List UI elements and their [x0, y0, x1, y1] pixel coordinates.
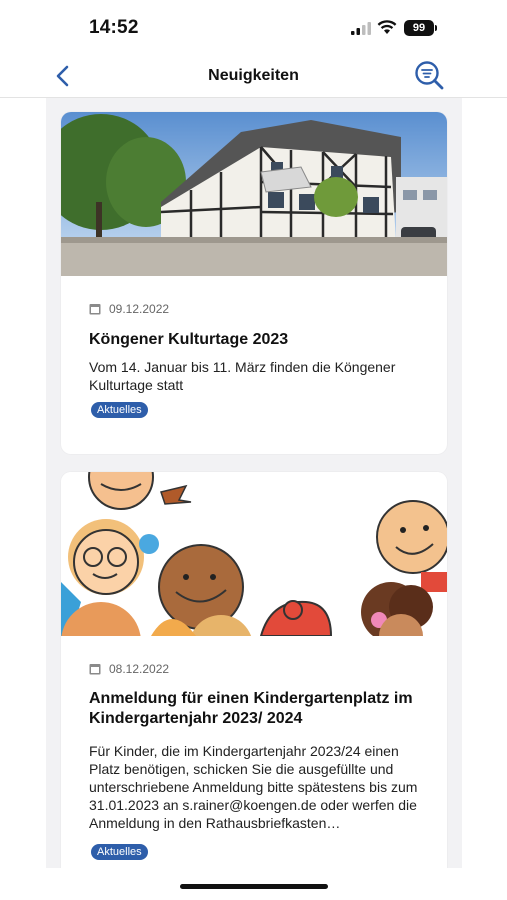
news-card[interactable]: 09.12.2022 Köngener Kulturtage 2023 Vom …: [61, 112, 447, 454]
cartoon-children-illustration: [61, 472, 447, 682]
wifi-icon: [377, 20, 397, 34]
status-bar: 14:52 99: [0, 0, 507, 56]
category-badge[interactable]: Aktuelles: [91, 844, 148, 860]
calendar-icon: [89, 664, 101, 675]
date-row: 08.12.2022: [89, 662, 169, 676]
home-indicator[interactable]: [180, 884, 328, 889]
news-feed[interactable]: 09.12.2022 Köngener Kulturtage 2023 Vom …: [46, 98, 462, 868]
half-timbered-building-photo: [61, 112, 447, 276]
search-filter-button[interactable]: [412, 59, 446, 93]
news-card[interactable]: 08.12.2022 Anmeldung für einen Kindergar…: [61, 472, 447, 868]
battery-icon: 99: [404, 20, 434, 36]
battery-nub: [435, 25, 437, 31]
calendar-icon: [89, 304, 101, 315]
category-badge[interactable]: Aktuelles: [91, 402, 148, 418]
nav-bar: Neuigkeiten: [0, 56, 507, 98]
news-title: Köngener Kulturtage 2023: [89, 331, 289, 348]
news-date: 09.12.2022: [109, 302, 170, 316]
search-filter-icon: [415, 61, 444, 90]
news-teaser: Vom 14. Januar bis 11. März finden die K…: [89, 359, 396, 393]
date-row: 09.12.2022: [89, 302, 169, 316]
news-date: 08.12.2022: [109, 662, 170, 676]
signal-icon: [351, 22, 371, 35]
news-teaser: Für Kinder, die im Kindergartenjahr 2023…: [89, 743, 418, 831]
status-time: 14:52: [89, 17, 139, 38]
news-title: Anmeldung für einen Kindergartenplatz im…: [89, 690, 413, 727]
